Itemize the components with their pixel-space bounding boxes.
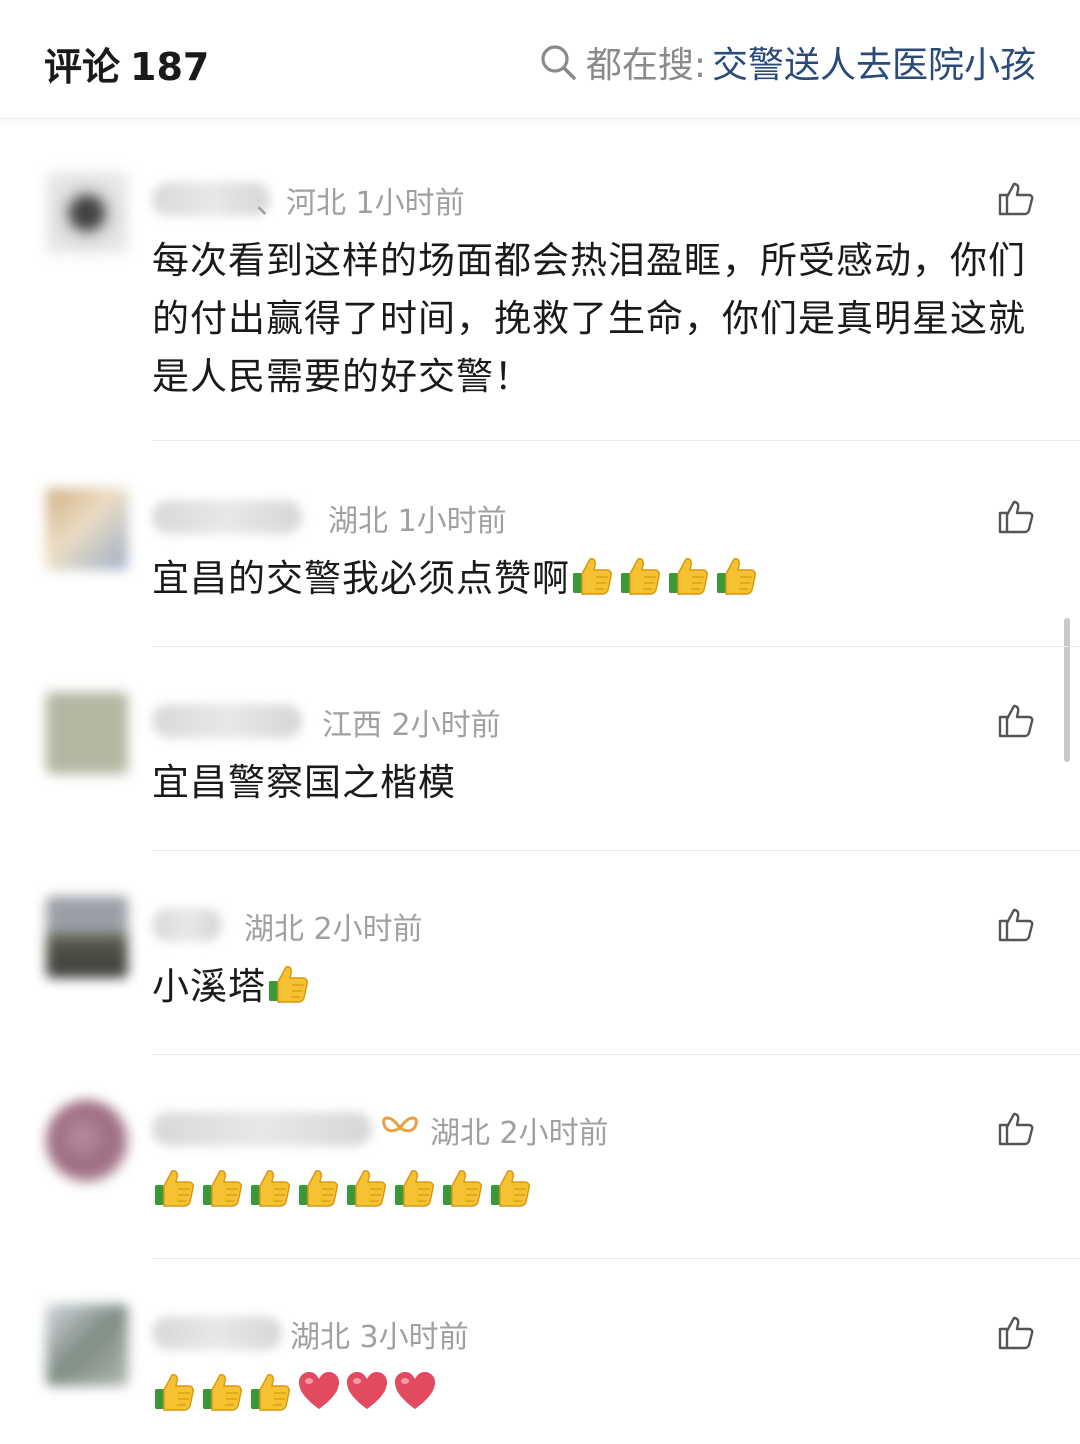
- comment-text-row: [152, 1366, 1032, 1424]
- username-blurred[interactable]: [152, 1316, 282, 1350]
- comment-meta: 湖北 2小时前: [430, 1116, 609, 1151]
- avatar[interactable]: [46, 488, 128, 570]
- username-blurred[interactable]: [152, 1112, 372, 1146]
- emoji-row: [570, 557, 762, 600]
- infinity-badge-icon: [382, 1116, 418, 1133]
- thumbs-up-emoji-icon: [299, 1170, 338, 1207]
- avatar[interactable]: [46, 896, 128, 978]
- emoji-row: [152, 1372, 440, 1416]
- username-blurred[interactable]: [152, 500, 302, 534]
- comment-text: 宜昌警察国之楷模: [152, 761, 456, 804]
- thumbs-up-emoji-icon: [203, 1374, 242, 1411]
- thumbs-up-outline-icon[interactable]: [996, 178, 1036, 218]
- username-blurred[interactable]: [152, 908, 222, 942]
- divider: [152, 440, 1080, 441]
- search-prefix: 都在搜:: [585, 45, 706, 86]
- thumbs-up-emoji-icon: [395, 1170, 434, 1207]
- search-term[interactable]: 交警送人去医院小孩: [712, 36, 1036, 88]
- thumbs-up-emoji-icon: [669, 558, 708, 595]
- comments-header: 评论 187 都在搜: 交警送人去医院小孩: [0, 0, 1080, 119]
- divider: [152, 1054, 1080, 1055]
- comment-meta: 湖北 1小时前: [328, 504, 507, 539]
- thumbs-up-emoji-icon: [717, 558, 756, 595]
- thumbs-up-emoji-icon: [621, 558, 660, 595]
- thumbs-up-emoji-icon: [251, 1374, 290, 1411]
- thumbs-up-outline-icon[interactable]: [996, 496, 1036, 536]
- avatar[interactable]: [46, 1100, 128, 1182]
- comment-meta: 、河北 1小时前: [256, 186, 465, 221]
- thumbs-up-emoji-icon: [251, 1170, 290, 1207]
- comment-text: 小溪塔: [152, 965, 266, 1008]
- comments-title: 评论 187: [44, 36, 209, 91]
- heart-emoji-icon: [299, 1372, 339, 1409]
- divider: [152, 850, 1080, 851]
- comment-text: 每次看到这样的场面都会热泪盈眶，所受感动，你们的付出赢得了时间，挽救了生命，你们…: [152, 239, 1026, 398]
- thumbs-up-emoji-icon: [203, 1170, 242, 1207]
- comment-meta: 江西 2小时前: [322, 708, 501, 743]
- thumbs-up-emoji-icon: [491, 1170, 530, 1207]
- thumbs-up-outline-icon[interactable]: [996, 700, 1036, 740]
- avatar[interactable]: [46, 172, 128, 254]
- scrollbar[interactable]: [1064, 618, 1070, 762]
- heart-emoji-icon: [347, 1372, 387, 1409]
- thumbs-up-outline-icon[interactable]: [996, 1312, 1036, 1352]
- thumbs-up-emoji-icon: [269, 966, 308, 1003]
- comment-text-row: 宜昌的交警我必须点赞啊: [152, 550, 1032, 608]
- comments-title-label: 评论: [44, 45, 121, 89]
- emoji-row: [152, 1169, 536, 1212]
- thumbs-up-outline-icon[interactable]: [996, 1108, 1036, 1148]
- thumbs-up-emoji-icon: [573, 558, 612, 595]
- divider: [152, 646, 1080, 647]
- trending-search-link[interactable]: 都在搜: 交警送人去医院小孩: [538, 36, 1036, 88]
- heart-emoji-icon: [395, 1372, 435, 1409]
- comments-count: 187: [130, 45, 210, 89]
- avatar[interactable]: [46, 692, 128, 774]
- thumbs-up-outline-icon[interactable]: [996, 904, 1036, 944]
- comment-meta: 湖北 2小时前: [244, 912, 423, 947]
- comment-meta: 湖北 3小时前: [290, 1320, 469, 1355]
- search-icon: [541, 45, 576, 80]
- username-blurred[interactable]: [152, 182, 270, 216]
- comment-text: 宜昌的交警我必须点赞啊: [152, 557, 570, 600]
- divider: [152, 1258, 1080, 1259]
- thumbs-up-emoji-icon: [155, 1374, 194, 1411]
- emoji-row: [266, 965, 314, 1008]
- comment-text-row: 小溪塔: [152, 958, 1032, 1016]
- avatar[interactable]: [46, 1304, 128, 1386]
- thumbs-up-emoji-icon: [155, 1170, 194, 1207]
- thumbs-up-emoji-icon: [347, 1170, 386, 1207]
- username-blurred[interactable]: [152, 704, 302, 738]
- thumbs-up-emoji-icon: [443, 1170, 482, 1207]
- comment-text-row: [152, 1162, 1032, 1220]
